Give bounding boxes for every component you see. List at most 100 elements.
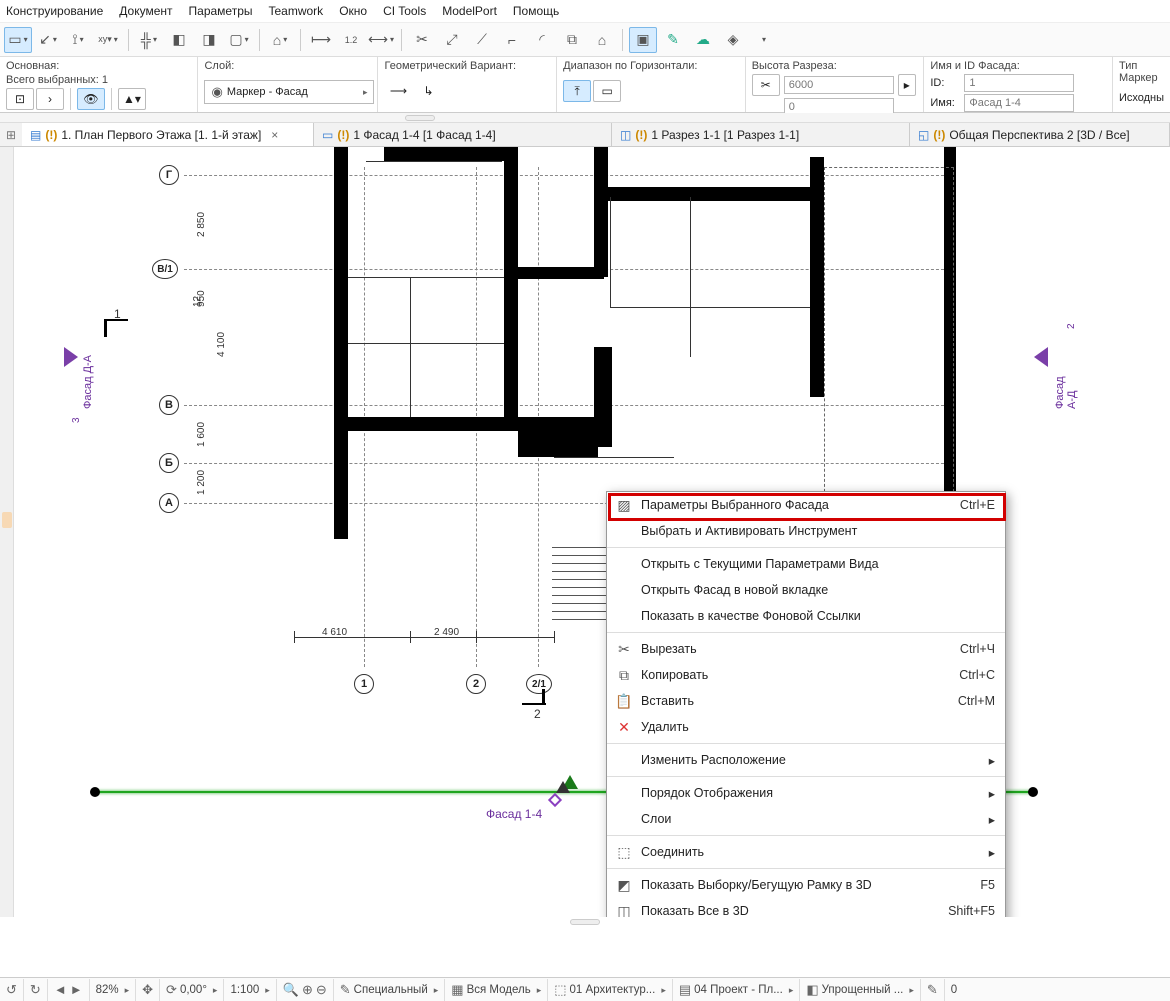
tab-razrez[interactable]: ◫ (!) 1 Разрез 1-1 [1 Разрез 1-1] bbox=[612, 123, 910, 146]
st-zero[interactable]: 0 bbox=[945, 979, 963, 1001]
ctx-show-trace[interactable]: Показать в качестве Фоновой Ссылки bbox=[607, 603, 1005, 629]
st-arch[interactable]: ⬚01 Архитектур... bbox=[548, 979, 673, 1001]
cloud-icon[interactable]: ☁ bbox=[689, 27, 717, 53]
id-field[interactable] bbox=[964, 74, 1074, 92]
layer-dropdown[interactable]: ◉Маркер - Фасад ▸ bbox=[204, 80, 374, 104]
grid-bubble-a: А bbox=[159, 493, 179, 513]
sel-eye-icon[interactable]: 👁 bbox=[77, 88, 105, 110]
dim-dd-icon[interactable]: ⟷ bbox=[367, 27, 395, 53]
st-zoom-icons[interactable]: 🔍⊕⊖ bbox=[277, 979, 334, 1001]
grid-icon[interactable]: ╬ bbox=[135, 27, 163, 53]
name-field[interactable] bbox=[964, 94, 1074, 112]
geom1-icon[interactable]: ⟶ bbox=[384, 80, 412, 102]
ctx-cut[interactable]: ✂ВырезатьCtrl+Ч bbox=[607, 636, 1005, 662]
id-label: ID: bbox=[930, 77, 960, 89]
adjust-icon[interactable]: ⤢ bbox=[438, 27, 466, 53]
ctx-copy[interactable]: ⧉КопироватьCtrl+C bbox=[607, 662, 1005, 688]
st-nav[interactable]: ◄► bbox=[48, 979, 90, 1001]
snap2-icon[interactable]: ◨ bbox=[195, 27, 223, 53]
tab-warn3: (!) bbox=[635, 128, 647, 142]
grid-bubble-g: Г bbox=[159, 165, 179, 185]
cursor-tool-icon[interactable]: ▭ bbox=[4, 27, 32, 53]
fasad-start-marker[interactable] bbox=[90, 787, 100, 797]
st-scale[interactable]: 1:100 bbox=[224, 979, 276, 1001]
dim-linear-icon[interactable]: 1.2 bbox=[337, 27, 365, 53]
st-proj[interactable]: ▤04 Проект - Пл... bbox=[673, 979, 800, 1001]
st-model[interactable]: ▦Вся Модель bbox=[445, 979, 548, 1001]
snap-icon[interactable]: ◧ bbox=[165, 27, 193, 53]
drawing-canvas[interactable]: Г В/1 В Б А 1 2 2/1 2 850 950 4 100 1 60… bbox=[14, 147, 1170, 917]
ctx-show3d-all[interactable]: ◫Показать Все в 3DShift+F5 bbox=[607, 898, 1005, 917]
fillet-icon[interactable]: ◜ bbox=[528, 27, 556, 53]
ctx-open-newtab[interactable]: Открыть Фасад в новой вкладке bbox=[607, 577, 1005, 603]
grid-bubble-v1: В/1 bbox=[152, 259, 178, 279]
sel1-icon[interactable]: ⊡ bbox=[6, 88, 34, 110]
hrange2-icon[interactable]: ▭ bbox=[593, 80, 621, 102]
ctx-layers[interactable]: Слои▸ bbox=[607, 806, 1005, 832]
pencil-icon[interactable]: ✎ bbox=[659, 27, 687, 53]
menu-dokument[interactable]: Документ bbox=[119, 4, 172, 18]
st-pan[interactable]: ✥ bbox=[136, 979, 160, 1001]
menu-konstr[interactable]: Конструирование bbox=[6, 4, 103, 18]
dim-chain-icon[interactable]: ⟼ bbox=[307, 27, 335, 53]
menu-citools[interactable]: CI Tools bbox=[383, 4, 426, 18]
st-angle[interactable]: ⟳0,00° bbox=[160, 979, 224, 1001]
roof-icon[interactable]: ⌂ bbox=[588, 27, 616, 53]
st-redo[interactable]: ↻ bbox=[24, 979, 48, 1001]
sel2-icon[interactable]: › bbox=[36, 88, 64, 110]
ctx-delete[interactable]: ✕Удалить bbox=[607, 714, 1005, 740]
status-bar: ↺ ↻ ◄► 82% ✥ ⟳0,00° 1:100 🔍⊕⊖ ✎Специальн… bbox=[0, 977, 1170, 1001]
st-tool[interactable]: ✎ bbox=[921, 979, 945, 1001]
rect-icon[interactable]: ▢ bbox=[225, 27, 253, 53]
line-tool-icon[interactable]: ↙ bbox=[34, 27, 62, 53]
menu-modelport[interactable]: ModelPort bbox=[442, 4, 497, 18]
ctx-connect[interactable]: ⬚Соединить▸ bbox=[607, 839, 1005, 865]
dim-1200: 1 200 bbox=[196, 470, 207, 495]
trim-icon[interactable]: ⟋ bbox=[468, 27, 496, 53]
tab-plan[interactable]: ▤ (!) 1. План Первого Этажа [1. 1-й этаж… bbox=[22, 123, 314, 146]
menu-window[interactable]: Окно bbox=[339, 4, 367, 18]
ctx-move[interactable]: Изменить Расположение▸ bbox=[607, 747, 1005, 773]
last-dd-icon[interactable] bbox=[749, 27, 777, 53]
menu-teamwork[interactable]: Teamwork bbox=[269, 4, 324, 18]
ctx-activate[interactable]: Выбрать и Активировать Инструмент bbox=[607, 518, 1005, 544]
ctx-params[interactable]: ▨ Параметры Выбранного ФасадаCtrl+E bbox=[607, 492, 1005, 518]
hrange-label: Диапазон по Горизонтали: bbox=[563, 60, 739, 72]
close-icon[interactable]: × bbox=[271, 128, 278, 142]
offset-icon[interactable]: ⧉ bbox=[558, 27, 586, 53]
hrange1-icon[interactable]: ⤒ bbox=[563, 80, 591, 102]
st-zoom[interactable]: 82% bbox=[90, 979, 137, 1001]
tab-fasad[interactable]: ▭ (!) 1 Фасад 1-4 [1 Фасад 1-4] bbox=[314, 123, 612, 146]
scissors-icon[interactable]: ✂ bbox=[408, 27, 436, 53]
fasad-end-marker[interactable] bbox=[1028, 787, 1038, 797]
menu-help[interactable]: Помощь bbox=[513, 4, 559, 18]
views-grid-icon[interactable]: ⊞ bbox=[0, 125, 22, 145]
bottom-grip[interactable] bbox=[570, 919, 600, 925]
geom-label: Геометрический Вариант: bbox=[384, 60, 550, 72]
vertical-scrollbar[interactable] bbox=[0, 147, 14, 917]
st-special[interactable]: ✎Специальный bbox=[334, 979, 446, 1001]
menu-params[interactable]: Параметры bbox=[189, 4, 253, 18]
panel-grip[interactable] bbox=[405, 115, 435, 121]
tab-razrez-label: 1 Разрез 1-1 [1 Разрез 1-1] bbox=[651, 128, 799, 142]
corner-icon[interactable]: ⌐ bbox=[498, 27, 526, 53]
sectionh-val1[interactable] bbox=[784, 76, 894, 94]
st-undo[interactable]: ↺ bbox=[0, 979, 24, 1001]
sectionh-icon[interactable]: ✂ bbox=[752, 74, 780, 96]
scroll-handle[interactable] bbox=[2, 512, 12, 528]
geom2-icon[interactable]: ↳ bbox=[414, 80, 442, 102]
sel-arrow-icon[interactable]: ▲▾ bbox=[118, 88, 146, 110]
ctx-paste[interactable]: 📋ВставитьCtrl+М bbox=[607, 688, 1005, 714]
ctx-order[interactable]: Порядок Отображения▸ bbox=[607, 780, 1005, 806]
show3d-icon[interactable]: ▣ bbox=[629, 27, 657, 53]
ruler-tool-icon[interactable]: ⟟ bbox=[64, 27, 92, 53]
tab-3d[interactable]: ◱ (!) Общая Перспектива 2 [3D / Все] bbox=[910, 123, 1170, 146]
sectionh-dd[interactable]: ▸ bbox=[898, 74, 916, 96]
link-icon[interactable]: ◈ bbox=[719, 27, 747, 53]
xy-tool-icon[interactable]: xy▾ bbox=[94, 27, 122, 53]
house-icon[interactable]: ⌂ bbox=[266, 27, 294, 53]
st-simpl[interactable]: ◧Упрощенный ... bbox=[800, 979, 921, 1001]
ctx-open-current[interactable]: Открыть с Текущими Параметрами Вида bbox=[607, 551, 1005, 577]
ctx-show3d-sel[interactable]: ◩Показать Выборку/Бегущую Рамку в 3DF5 bbox=[607, 872, 1005, 898]
elev-arrow-left bbox=[64, 347, 78, 367]
